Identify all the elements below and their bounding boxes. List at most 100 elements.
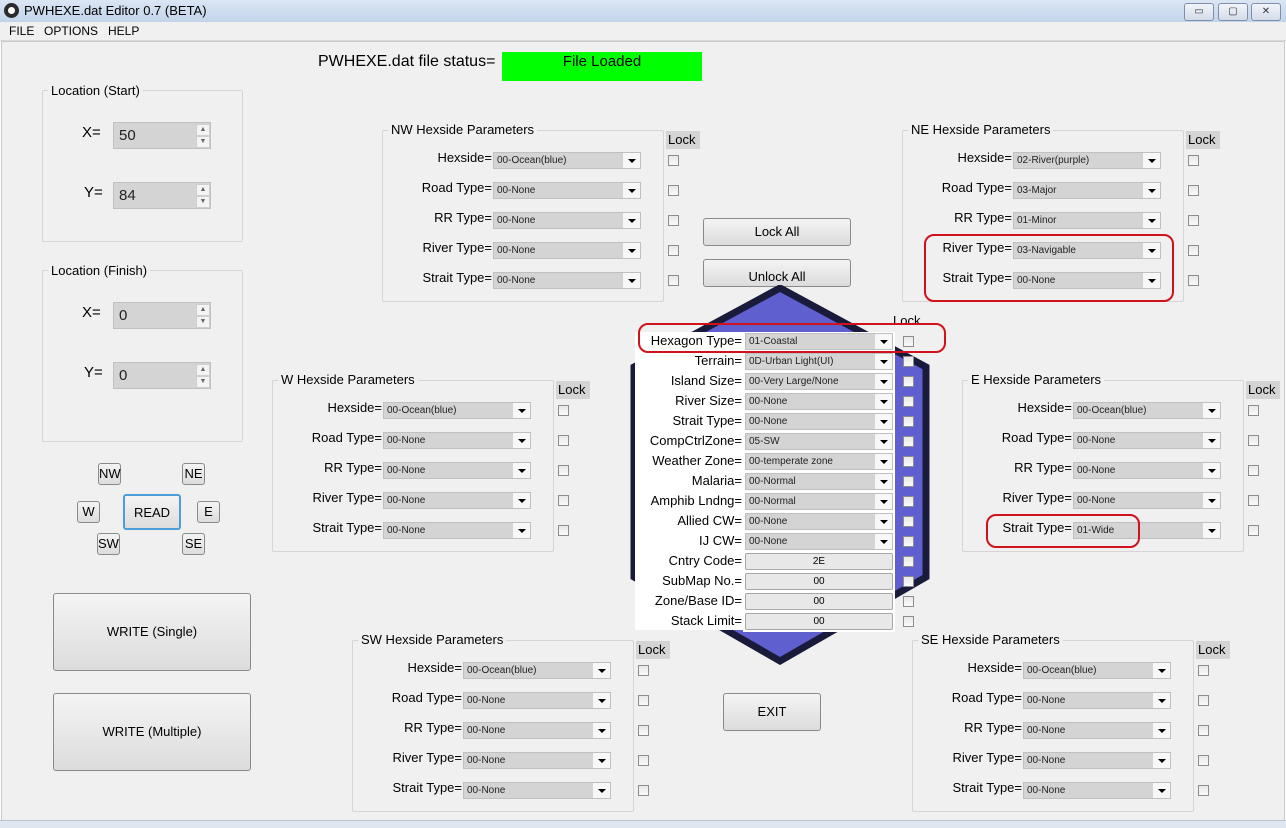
chevron-down-icon[interactable] xyxy=(623,243,640,258)
chevron-down-icon[interactable] xyxy=(1203,433,1220,448)
chevron-down-icon[interactable] xyxy=(623,213,640,228)
w-river-type-select[interactable]: 00-None xyxy=(383,492,531,509)
hex-allied-cw-lock-checkbox[interactable] xyxy=(903,516,914,527)
spin-down-icon[interactable]: ▼ xyxy=(196,376,210,388)
hex-stack-limit-field[interactable]: 00 xyxy=(745,613,893,630)
nav-sw-button[interactable]: SW xyxy=(97,533,120,555)
e-hexside-select[interactable]: 00-Ocean(blue) xyxy=(1073,402,1221,419)
spin-up-icon[interactable]: ▲ xyxy=(196,184,210,196)
spin-up-icon[interactable]: ▲ xyxy=(196,364,210,376)
ne-strait-type-lock-checkbox[interactable] xyxy=(1188,275,1199,286)
chevron-down-icon[interactable] xyxy=(1153,663,1170,678)
hex-strait-type-select[interactable]: 00-None xyxy=(745,413,893,430)
hex-river-size-select[interactable]: 00-None xyxy=(745,393,893,410)
spin-up-icon[interactable]: ▲ xyxy=(196,124,210,136)
se-river-type-select[interactable]: 00-None xyxy=(1023,752,1171,769)
hex-submap-no-field[interactable]: 00 xyxy=(745,573,893,590)
chevron-down-icon[interactable] xyxy=(875,534,892,549)
chevron-down-icon[interactable] xyxy=(623,153,640,168)
chevron-down-icon[interactable] xyxy=(513,463,530,478)
chevron-down-icon[interactable] xyxy=(593,753,610,768)
chevron-down-icon[interactable] xyxy=(623,183,640,198)
ne-road-type-lock-checkbox[interactable] xyxy=(1188,185,1199,196)
chevron-down-icon[interactable] xyxy=(875,434,892,449)
e-rr-type-select[interactable]: 00-None xyxy=(1073,462,1221,479)
hex-submap-no-lock-checkbox[interactable] xyxy=(903,576,914,587)
e-river-type-lock-checkbox[interactable] xyxy=(1248,495,1259,506)
chevron-down-icon[interactable] xyxy=(1153,693,1170,708)
start-x-spinner[interactable]: 50 ▲ ▼ xyxy=(113,122,211,149)
nw-rr-type-lock-checkbox[interactable] xyxy=(668,215,679,226)
hex-ij-cw-select[interactable]: 00-None xyxy=(745,533,893,550)
w-strait-type-select[interactable]: 00-None xyxy=(383,522,531,539)
sw-river-type-select[interactable]: 00-None xyxy=(463,752,611,769)
chevron-down-icon[interactable] xyxy=(875,374,892,389)
hex-ij-cw-lock-checkbox[interactable] xyxy=(903,536,914,547)
chevron-down-icon[interactable] xyxy=(1143,153,1160,168)
hex-cntry-code-lock-checkbox[interactable] xyxy=(903,556,914,567)
write-single-button[interactable]: WRITE (Single) xyxy=(53,593,251,671)
nw-hexside-lock-checkbox[interactable] xyxy=(668,155,679,166)
hex-compctrlzone-lock-checkbox[interactable] xyxy=(903,436,914,447)
spin-down-icon[interactable]: ▼ xyxy=(196,316,210,328)
finish-x-spinner[interactable]: 0 ▲ ▼ xyxy=(113,302,211,329)
se-strait-type-select[interactable]: 00-None xyxy=(1023,782,1171,799)
se-river-type-lock-checkbox[interactable] xyxy=(1198,755,1209,766)
hex-weather-zone-select[interactable]: 00-temperate zone xyxy=(745,453,893,470)
w-road-type-lock-checkbox[interactable] xyxy=(558,435,569,446)
nw-strait-type-select[interactable]: 00-None xyxy=(493,272,641,289)
hex-zone-base-id-field[interactable]: 00 xyxy=(745,593,893,610)
hex-amphib-lndng-lock-checkbox[interactable] xyxy=(903,496,914,507)
unlock-all-button[interactable]: Unlock All xyxy=(703,259,851,287)
se-road-type-lock-checkbox[interactable] xyxy=(1198,695,1209,706)
e-road-type-select[interactable]: 00-None xyxy=(1073,432,1221,449)
hex-stack-limit-lock-checkbox[interactable] xyxy=(903,616,914,627)
write-multiple-button[interactable]: WRITE (Multiple) xyxy=(53,693,251,771)
chevron-down-icon[interactable] xyxy=(513,493,530,508)
nw-river-type-select[interactable]: 00-None xyxy=(493,242,641,259)
chevron-down-icon[interactable] xyxy=(593,783,610,798)
chevron-down-icon[interactable] xyxy=(593,663,610,678)
lock-all-button[interactable]: Lock All xyxy=(703,218,851,246)
nav-e-button[interactable]: E xyxy=(197,501,220,523)
hex-malaria-select[interactable]: 00-Normal xyxy=(745,473,893,490)
chevron-down-icon[interactable] xyxy=(593,723,610,738)
chevron-down-icon[interactable] xyxy=(513,433,530,448)
chevron-down-icon[interactable] xyxy=(1203,463,1220,478)
hex-amphib-lndng-select[interactable]: 00-Normal xyxy=(745,493,893,510)
chevron-down-icon[interactable] xyxy=(1143,213,1160,228)
ne-hexside-lock-checkbox[interactable] xyxy=(1188,155,1199,166)
nw-hexside-select[interactable]: 00-Ocean(blue) xyxy=(493,152,641,169)
chevron-down-icon[interactable] xyxy=(1203,523,1220,538)
se-road-type-select[interactable]: 00-None xyxy=(1023,692,1171,709)
se-strait-type-lock-checkbox[interactable] xyxy=(1198,785,1209,796)
chevron-down-icon[interactable] xyxy=(623,273,640,288)
hex-malaria-lock-checkbox[interactable] xyxy=(903,476,914,487)
chevron-down-icon[interactable] xyxy=(1203,403,1220,418)
hex-strait-type-lock-checkbox[interactable] xyxy=(903,416,914,427)
chevron-down-icon[interactable] xyxy=(1153,753,1170,768)
hex-weather-zone-lock-checkbox[interactable] xyxy=(903,456,914,467)
exit-button[interactable]: EXIT xyxy=(723,693,821,731)
chevron-down-icon[interactable] xyxy=(1153,783,1170,798)
sw-road-type-select[interactable]: 00-None xyxy=(463,692,611,709)
hex-allied-cw-select[interactable]: 00-None xyxy=(745,513,893,530)
nw-rr-type-select[interactable]: 00-None xyxy=(493,212,641,229)
e-hexside-lock-checkbox[interactable] xyxy=(1248,405,1259,416)
hex-zone-base-id-lock-checkbox[interactable] xyxy=(903,596,914,607)
hex-cntry-code-field[interactable]: 2E xyxy=(745,553,893,570)
sw-rr-type-lock-checkbox[interactable] xyxy=(638,725,649,736)
ne-hexside-select[interactable]: 02-River(purple) xyxy=(1013,152,1161,169)
read-button[interactable]: READ xyxy=(123,494,181,530)
chevron-down-icon[interactable] xyxy=(875,354,892,369)
se-hexside-select[interactable]: 00-Ocean(blue) xyxy=(1023,662,1171,679)
w-river-type-lock-checkbox[interactable] xyxy=(558,495,569,506)
se-hexside-lock-checkbox[interactable] xyxy=(1198,665,1209,676)
minimize-button[interactable]: ▭ xyxy=(1184,3,1214,21)
sw-road-type-lock-checkbox[interactable] xyxy=(638,695,649,706)
w-hexside-lock-checkbox[interactable] xyxy=(558,405,569,416)
e-river-type-select[interactable]: 00-None xyxy=(1073,492,1221,509)
e-strait-type-lock-checkbox[interactable] xyxy=(1248,525,1259,536)
e-road-type-lock-checkbox[interactable] xyxy=(1248,435,1259,446)
start-y-spinner[interactable]: 84 ▲ ▼ xyxy=(113,182,211,209)
